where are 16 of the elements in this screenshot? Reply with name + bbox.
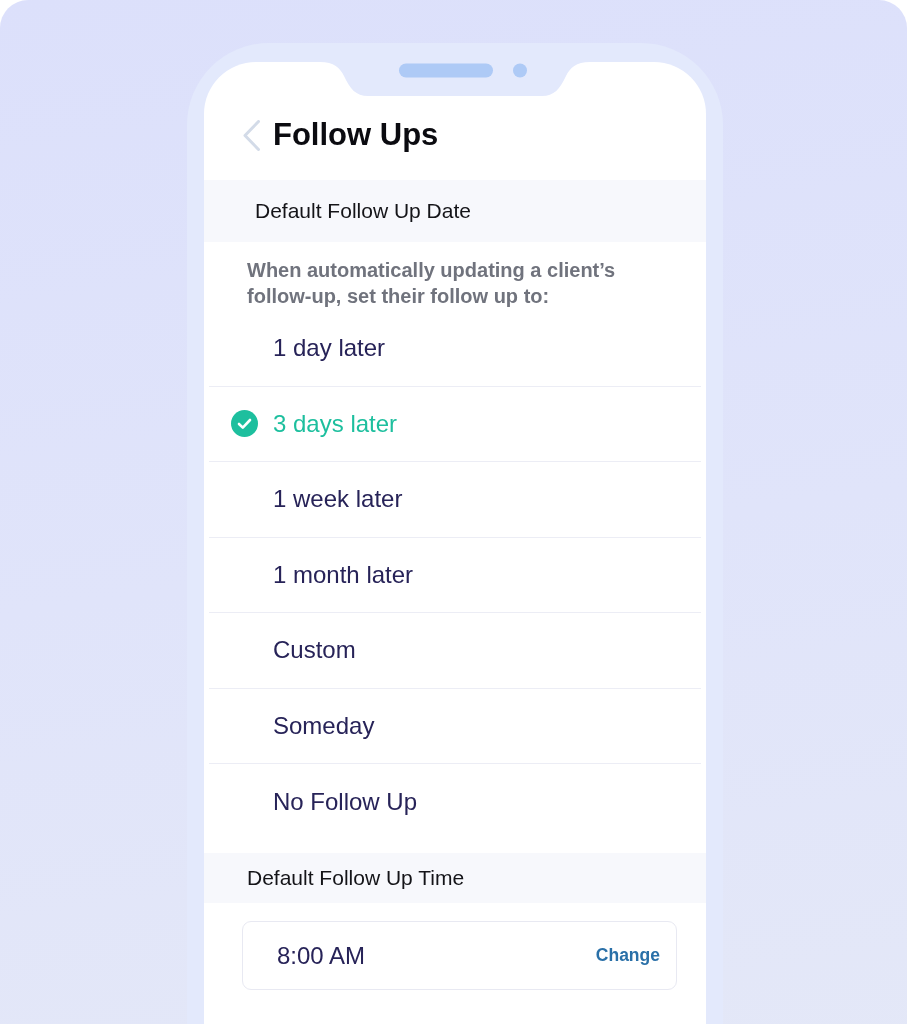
follow-up-option[interactable]: 1 day later [209,311,701,387]
follow-up-option[interactable]: No Follow Up [209,764,701,840]
chevron-left-icon [243,119,260,151]
follow-up-option[interactable]: Someday [209,688,701,764]
follow-up-option[interactable]: Custom [209,613,701,689]
back-button[interactable] [243,119,260,151]
follow-up-option[interactable]: 1 week later [209,462,701,538]
screen-title: Follow Ups [273,116,439,154]
camera-dot-icon [513,63,527,78]
change-link[interactable]: Change [595,945,660,966]
check-circle-icon [231,410,258,438]
follow-up-option[interactable]: 1 month later [209,537,701,613]
section-header: Default Follow Up Time [204,853,706,903]
description-text: When automatically updating a client’s follow-up, set their follow up to: [247,258,617,309]
time-value: 8:00 AM [277,941,366,970]
section-header: Default Follow Up Date [204,180,706,242]
